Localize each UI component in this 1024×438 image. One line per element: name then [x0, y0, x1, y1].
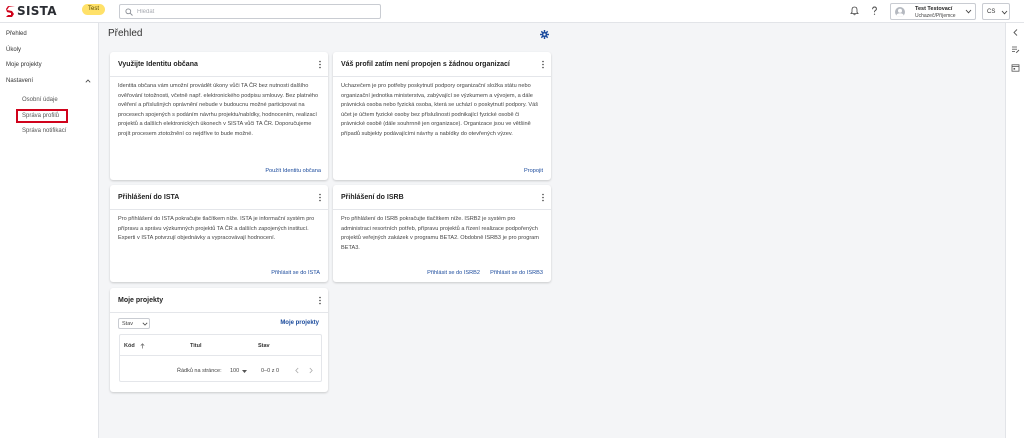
avatar-person-icon: [896, 8, 904, 17]
sidebar: Přehled Úkoly Moje projekty Nastavení Os…: [0, 23, 99, 438]
sidebar-item-tasks[interactable]: Úkoly: [6, 47, 21, 53]
caret-down-icon[interactable]: [242, 370, 247, 373]
card-divider: [110, 209, 328, 210]
bell-icon[interactable]: [850, 6, 859, 16]
column-header-title[interactable]: Titul: [190, 343, 202, 349]
arrow-up-icon[interactable]: [140, 343, 145, 349]
more-vert-icon[interactable]: [318, 60, 322, 69]
login-isrb2-link[interactable]: Přihlásit se do ISRB2: [427, 270, 480, 276]
chevron-right-icon[interactable]: [308, 367, 314, 374]
ista-login-card: Přihlášení do ISTA Pro přihlášení do IST…: [110, 185, 328, 282]
connect-organization-link[interactable]: Propojit: [524, 168, 543, 174]
sidebar-item-personal-data[interactable]: Osobní údaje: [22, 97, 58, 103]
search-icon: [125, 8, 133, 16]
status-filter-label: Stav: [122, 321, 134, 327]
calendar-icon[interactable]: [1011, 63, 1020, 72]
sista-logo[interactable]: SISTA: [6, 4, 57, 19]
top-header: SISTA Test Test Testovací Uchazeč/Příjem…: [0, 0, 1024, 23]
my-projects-card: Moje projekty Stav Moje projekty Kód Tit…: [110, 288, 328, 392]
card-title: Přihlášení do ISRB: [341, 194, 404, 201]
chevron-down-icon: [142, 322, 148, 326]
projects-table: Kód Titul Stav Řádků na stránce: 100 0–0…: [119, 334, 322, 382]
card-divider: [110, 76, 328, 77]
card-body: Uchazečem je pro potřeby poskytnutí podp…: [341, 83, 539, 137]
isrb-login-card: Přihlášení do ISRB Pro přihlášení do ISR…: [333, 185, 551, 282]
card-title: Váš profil zatím není propojen s žádnou …: [341, 61, 510, 68]
card-title: Využijte Identitu občana: [118, 61, 198, 68]
card-divider: [333, 76, 551, 77]
sista-logo-icon: [6, 5, 15, 17]
table-divider: [120, 355, 321, 356]
identity-card: Využijte Identitu občana Identita občana…: [110, 52, 328, 180]
help-icon[interactable]: [870, 6, 879, 16]
gear-icon[interactable]: [540, 30, 549, 39]
user-menu[interactable]: Test Testovací Uchazeč/Příjemce: [890, 3, 976, 20]
sidebar-item-notification-management[interactable]: Správa notifikací: [22, 128, 66, 134]
rows-per-page-select[interactable]: 100: [230, 368, 239, 374]
chevron-down-icon: [1001, 10, 1008, 15]
language-label: CS: [987, 9, 996, 15]
more-vert-icon[interactable]: [318, 193, 322, 202]
search-box[interactable]: [119, 4, 381, 19]
more-vert-icon[interactable]: [541, 193, 545, 202]
right-rail: [1005, 23, 1024, 438]
sidebar-item-overview[interactable]: Přehled: [6, 31, 27, 37]
card-body: Pro přihlášení do ISRB pokračujte tlačít…: [341, 216, 539, 251]
search-input[interactable]: [137, 6, 375, 17]
page-title: Přehled: [108, 28, 143, 39]
card-divider: [110, 312, 328, 313]
chevron-left-icon[interactable]: [294, 367, 300, 374]
login-ista-link[interactable]: Přihlásit se do ISTA: [271, 270, 320, 276]
chevron-up-icon[interactable]: [85, 79, 91, 83]
selection-highlight: [16, 109, 68, 123]
more-vert-icon[interactable]: [318, 296, 322, 305]
organization-card: Váš profil zatím není propojen s žádnou …: [333, 52, 551, 180]
avatar: [895, 7, 905, 17]
user-role: Uchazeč/Příjemce: [915, 13, 956, 19]
card-title: Moje projekty: [118, 297, 164, 304]
column-header-status[interactable]: Stav: [258, 343, 270, 349]
edit-list-icon[interactable]: [1011, 45, 1020, 54]
login-isrb3-link[interactable]: Přihlásit se do ISRB3: [490, 270, 543, 276]
rows-per-page-label: Řádků na stránce:: [177, 368, 222, 374]
status-filter-select[interactable]: Stav: [118, 318, 150, 329]
pagination-range: 0–0 z 0: [261, 368, 280, 374]
user-name: Test Testovací: [915, 6, 953, 12]
use-citizen-identity-link[interactable]: Použít Identitu občana: [265, 168, 321, 174]
sidebar-item-settings[interactable]: Nastavení: [6, 78, 33, 84]
chevron-down-icon: [965, 9, 972, 14]
logo-text: SISTA: [17, 4, 57, 18]
more-vert-icon[interactable]: [541, 60, 545, 69]
card-body: Pro přihlášení do ISTA pokračujte tlačít…: [118, 216, 315, 241]
column-header-code[interactable]: Kód: [124, 343, 135, 349]
my-projects-link[interactable]: Moje projekty: [280, 320, 319, 326]
language-select[interactable]: CS: [982, 3, 1010, 20]
card-body: Identita občana vám umožní provádět úkon…: [118, 83, 319, 137]
environment-badge: Test: [82, 4, 106, 15]
sidebar-item-my-projects[interactable]: Moje projekty: [6, 62, 42, 68]
card-divider: [333, 209, 551, 210]
chevron-left-icon[interactable]: [1011, 28, 1020, 37]
card-title: Přihlášení do ISTA: [118, 194, 180, 201]
